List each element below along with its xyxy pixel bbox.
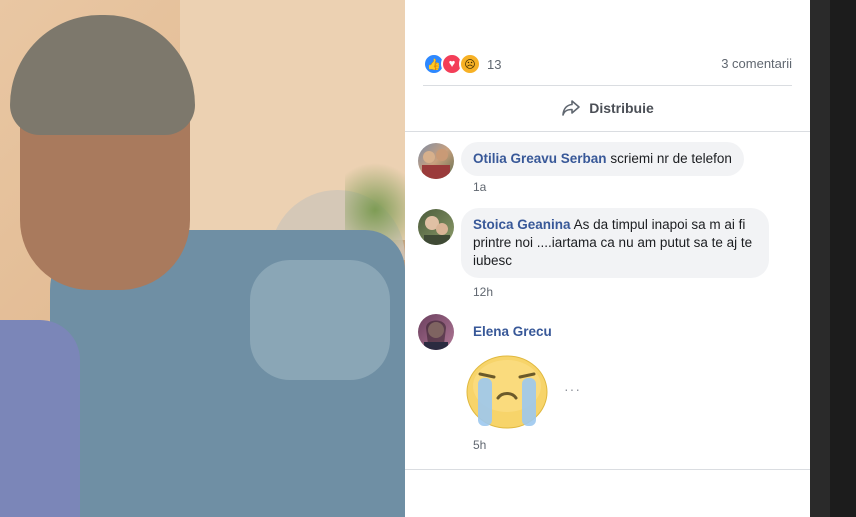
comment-author[interactable]: Otilia Greavu Serban (473, 151, 607, 166)
photo-left-person (0, 320, 80, 517)
avatar-image (422, 149, 450, 179)
reactions-summary[interactable]: 👍 ♥ ☹ 13 (423, 52, 501, 76)
reaction-count[interactable]: 13 (487, 57, 501, 72)
avatar[interactable] (418, 209, 454, 245)
avatar-image (424, 216, 450, 245)
comment-timestamp[interactable]: 5h (473, 438, 486, 452)
divider (405, 469, 810, 470)
post-details-panel: 👍 ♥ ☹ 13 3 comentarii Distribuie Otilia … (405, 0, 810, 517)
dark-overlay-edge (810, 0, 856, 517)
comment-author[interactable]: Stoica Geanina (473, 217, 571, 232)
comment-timestamp[interactable]: 1a (473, 180, 486, 194)
avatar[interactable] (418, 314, 454, 350)
post-photo[interactable] (0, 0, 405, 517)
comment-bubble: Stoica Geanina As da timpul inapoi sa m … (461, 208, 769, 278)
divider (405, 131, 810, 132)
photo-arm (250, 260, 390, 380)
comment-timestamp[interactable]: 12h (473, 285, 493, 299)
photo-hair (10, 15, 195, 135)
comment-text: scriemi nr de telefon (610, 151, 732, 166)
share-button[interactable]: Distribuie (405, 94, 810, 122)
share-label: Distribuie (589, 100, 654, 116)
avatar[interactable] (418, 143, 454, 179)
more-options-icon[interactable]: ··· (564, 381, 581, 397)
avatar-image (424, 320, 448, 350)
crying-face-sticker (466, 355, 548, 429)
scrollbar[interactable] (810, 0, 830, 517)
comments-count-link[interactable]: 3 comentarii (721, 56, 792, 71)
comment-author[interactable]: Elena Grecu (473, 324, 552, 339)
sad-icon: ☹ (459, 53, 481, 75)
share-icon (562, 100, 581, 116)
divider (423, 85, 792, 86)
comment-bubble: Otilia Greavu Serban scriemi nr de telef… (461, 142, 744, 176)
